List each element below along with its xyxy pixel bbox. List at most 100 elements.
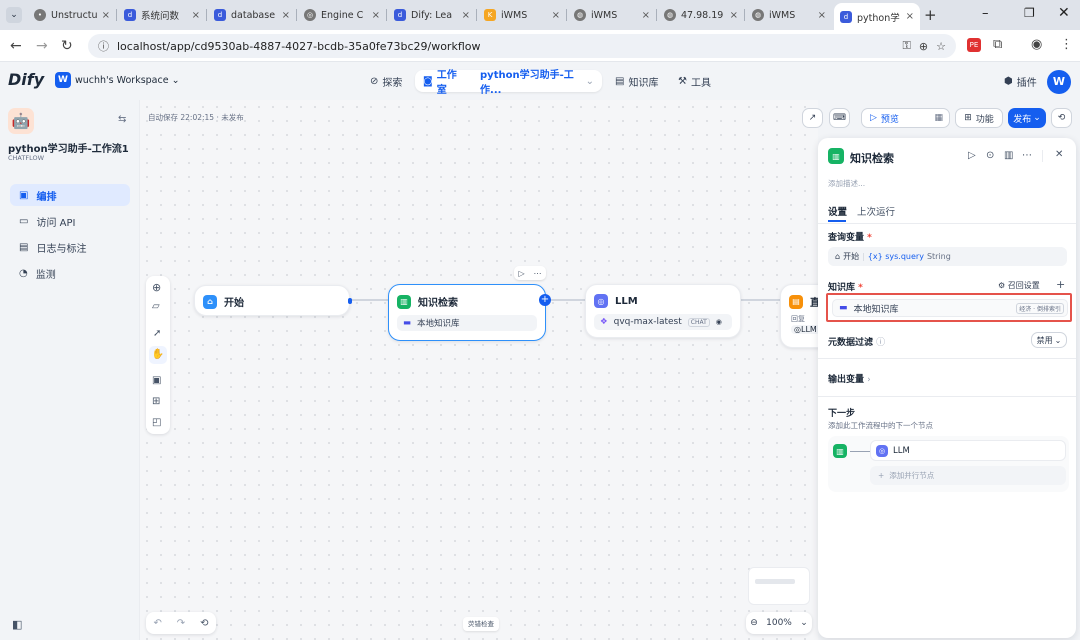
version-history-button[interactable]: ⟲ xyxy=(1051,108,1072,128)
redo-icon[interactable]: ↷ xyxy=(177,618,185,629)
llm-node[interactable]: ◎ LLM ❖ qvq-max-latest CHAT ◉ xyxy=(585,284,741,338)
knowledge-item[interactable]: ▬ 本地知识库 经济 · 倒排索引 xyxy=(826,293,1072,322)
metadata-filter-select[interactable]: 禁用 ⌄ xyxy=(1031,332,1067,348)
user-avatar[interactable]: W xyxy=(1047,70,1071,94)
nav-plugins[interactable]: ⬢ 插件 xyxy=(996,70,1045,92)
bookmark-star-icon[interactable]: ☆ xyxy=(936,40,946,53)
browser-tab[interactable]: d database × xyxy=(208,3,296,27)
minimap[interactable] xyxy=(748,567,810,605)
sidebar-item-api[interactable]: ▭ 访问 API xyxy=(10,210,130,232)
key-icon[interactable]: ⚿ xyxy=(903,39,911,53)
browser-tab[interactable]: d 系统问数 × xyxy=(118,3,206,27)
browser-tab-active[interactable]: d python学 × xyxy=(834,3,920,30)
browser-tab[interactable]: • Unstructu × xyxy=(28,3,116,27)
close-window-icon[interactable]: ✕ xyxy=(1058,5,1070,21)
zoom-icon[interactable]: ⊕ xyxy=(919,40,928,53)
browser-tab[interactable]: d Dify: Lea × xyxy=(388,3,476,27)
terminal-icon: ▭ xyxy=(19,215,29,227)
next-node-llm[interactable]: ◎ LLM xyxy=(870,440,1066,461)
help-icon[interactable]: ⊙ xyxy=(986,150,994,161)
url-text: localhost/app/cd9530ab-4887-4027-bcdb-35… xyxy=(117,39,481,53)
close-icon[interactable]: × xyxy=(552,10,560,21)
nav-knowledge[interactable]: ▤ 知识库 xyxy=(607,70,666,92)
plus-icon: + xyxy=(878,471,885,480)
browser-tab[interactable]: ◍ iWMS × xyxy=(746,3,832,27)
new-tab-button[interactable]: + xyxy=(924,6,937,24)
add-parallel-node-button[interactable]: + 添加并行节点 xyxy=(870,466,1066,485)
current-app-name[interactable]: python学习助手-工作... xyxy=(480,66,582,96)
sidebar-toggle-icon[interactable]: ⇆ xyxy=(118,114,126,125)
start-output-handle[interactable] xyxy=(348,298,352,304)
extension-red-icon[interactable]: PE xyxy=(967,38,981,52)
close-panel-icon[interactable]: ✕ xyxy=(1055,149,1063,160)
zoom-out-icon[interactable]: ⊖ xyxy=(750,618,758,628)
publish-button[interactable]: 发布 ⌄ xyxy=(1008,108,1046,128)
close-icon[interactable]: × xyxy=(462,10,470,21)
zoom-control[interactable]: ⊖ 100% ⌄ xyxy=(746,612,812,634)
add-next-node-button[interactable]: + xyxy=(539,294,551,306)
url-field[interactable]: ⓘ localhost/app/cd9530ab-4887-4027-bcdb-… xyxy=(88,34,956,58)
sidebar-item-monitor[interactable]: ◔ 监测 xyxy=(10,262,130,284)
close-icon[interactable]: × xyxy=(282,10,290,21)
minimize-icon[interactable]: – xyxy=(982,6,989,21)
output-variables-label[interactable]: 输出变量 › xyxy=(828,372,871,385)
model-icon: ❖ xyxy=(600,317,608,327)
dify-logo[interactable]: Dify xyxy=(8,70,44,89)
profile-icon[interactable]: ◉ xyxy=(1031,37,1042,52)
history-icon[interactable]: ⟲ xyxy=(200,618,208,629)
collapse-sidebar-icon[interactable]: ◧ xyxy=(12,618,22,631)
nav-explore[interactable]: ⊘ 探索 xyxy=(362,70,410,92)
features-button[interactable]: ⊞ 功能 xyxy=(955,108,1003,128)
close-icon[interactable]: × xyxy=(906,11,914,22)
more-options-icon[interactable]: ⋯ xyxy=(1022,150,1032,161)
tab-search-button[interactable]: ⌄ xyxy=(6,7,22,23)
tab-last-run[interactable]: 上次运行 xyxy=(857,204,895,218)
browser-tab[interactable]: ◎ Engine C × xyxy=(298,3,386,27)
back-icon[interactable]: ← xyxy=(10,38,22,54)
close-icon[interactable]: × xyxy=(372,10,380,21)
undo-redo-bar: ↶ ↷ ⟲ xyxy=(146,612,216,634)
browser-tab[interactable]: ◍ iWMS × xyxy=(568,3,656,27)
close-icon[interactable]: × xyxy=(642,10,650,21)
close-icon[interactable]: × xyxy=(192,10,200,21)
add-knowledge-icon[interactable]: + xyxy=(1056,278,1065,291)
forward-icon[interactable]: → xyxy=(36,38,48,54)
tab-settings[interactable]: 设置 xyxy=(828,204,847,218)
recall-settings-button[interactable]: ⚙ 召回设置 xyxy=(998,280,1040,291)
monitor-icon: ◔ xyxy=(19,267,28,279)
start-node[interactable]: ⌂ 开始 xyxy=(194,285,350,316)
close-icon[interactable]: × xyxy=(102,10,110,21)
browser-tab[interactable]: KiWMS × xyxy=(478,3,566,27)
knowledge-retrieval-node[interactable]: ▥ 知识检索 ▬ 本地知识库 xyxy=(388,284,546,341)
sidebar-item-orchestrate[interactable]: ▣ 编排 xyxy=(10,184,130,206)
checklist-badge[interactable]: 荧错检查 xyxy=(463,617,499,631)
extensions-icon[interactable]: ⧉ xyxy=(993,37,1002,52)
site-info-icon[interactable]: ⓘ xyxy=(98,38,109,54)
close-icon[interactable]: × xyxy=(818,10,826,21)
layers-icon: ▣ xyxy=(19,189,29,201)
reload-icon[interactable]: ↻ xyxy=(61,38,73,54)
query-variable-field[interactable]: ⌂ 开始 | {x} sys.query String xyxy=(828,247,1067,266)
browser-tab[interactable]: ◍ 47.98.19 × xyxy=(658,3,744,27)
description-input[interactable]: 添加描述... xyxy=(828,178,865,189)
run-node-icon[interactable]: ▷ xyxy=(518,269,524,278)
run-node-icon[interactable]: ▷ xyxy=(968,150,976,161)
index-tag: 经济 · 倒排索引 xyxy=(1016,302,1064,314)
nav-studio[interactable]: ◙ 工作室 python学习助手-工作... ⌄ xyxy=(415,70,602,96)
nav-tools[interactable]: ⚒ 工具 xyxy=(670,70,719,92)
docs-icon[interactable]: ▥ xyxy=(1004,150,1013,161)
dify-icon: d xyxy=(394,9,406,21)
workspace-selector[interactable]: wuchh's Workspace ⌄ xyxy=(75,75,180,86)
metadata-filter-label: 元数据过滤 ⓘ xyxy=(828,338,886,348)
sidebar-item-logs[interactable]: ▤ 日志与标注 xyxy=(10,236,130,258)
home-icon: ⌂ xyxy=(835,252,841,261)
undo-icon[interactable]: ↶ xyxy=(153,618,161,629)
preview-button[interactable]: ▷ 预览 ▦ xyxy=(861,108,950,128)
close-icon[interactable]: × xyxy=(730,10,738,21)
env-variables-button[interactable]: ⌨ xyxy=(829,108,850,128)
panel-title[interactable]: 知识检索 xyxy=(850,150,894,166)
more-icon[interactable]: ⋯ xyxy=(534,269,542,278)
browser-menu-icon[interactable]: ⋮ xyxy=(1060,37,1073,52)
maximize-icon[interactable]: ❐ xyxy=(1024,6,1035,20)
knowledge-icon: ▥ xyxy=(828,148,844,164)
